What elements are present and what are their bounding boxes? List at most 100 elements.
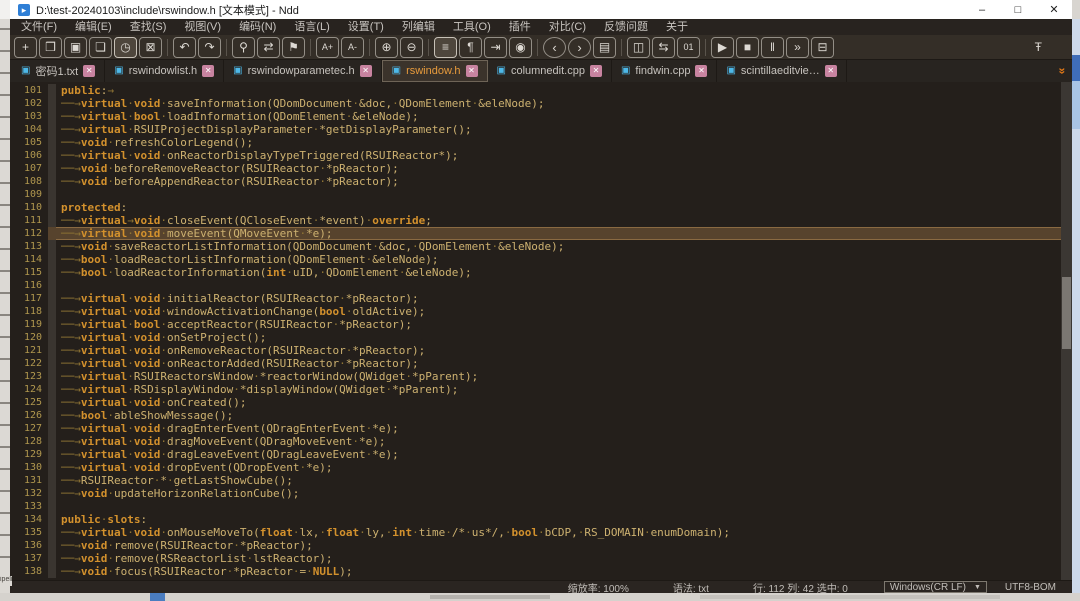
bookmark-margin[interactable] [48,149,56,162]
menu-item[interactable]: 反馈问题 [595,19,657,35]
bookmark-margin[interactable] [48,214,56,227]
bookmark-margin[interactable] [48,357,56,370]
fast-forward-button[interactable]: » [786,37,809,58]
zoom-out-text-button[interactable]: A- [341,37,364,58]
bookmark-margin[interactable] [48,565,56,578]
bookmark-margin[interactable] [48,344,56,357]
tab[interactable]: ▣密码1.txt✕ [12,60,105,82]
replace-button[interactable]: ⇄ [257,37,280,58]
bookmark-margin[interactable] [48,539,56,552]
tab-close-button[interactable]: ✕ [825,65,837,77]
menu-item[interactable]: 语言(L) [285,19,338,35]
tab[interactable]: ▣scintillaeditvie…✕ [717,60,846,82]
bookmark-margin[interactable] [48,461,56,474]
bookmark-margin[interactable] [48,266,56,279]
open-folder-button[interactable]: ❒ [39,37,62,58]
bookmark-margin[interactable] [48,513,56,526]
forward-button[interactable]: › [568,37,591,58]
minimize-button[interactable]: – [964,0,1000,19]
close-document-button[interactable]: ⊠ [139,37,162,58]
send-button[interactable]: ⊟ [811,37,834,58]
bookmark-margin[interactable] [48,253,56,266]
menu-item[interactable]: 文件(F) [12,19,66,35]
bookmark-margin[interactable] [48,136,56,149]
bookmark-margin[interactable] [48,487,56,500]
stop-button[interactable]: ■ [736,37,759,58]
find-button[interactable]: ⚲ [232,37,255,58]
pause-button[interactable]: ‖ [761,37,784,58]
zoom-in-button[interactable]: ⊕ [375,37,398,58]
new-file-button[interactable]: + [14,37,37,58]
show-all-characters-button[interactable]: ¶ [459,37,482,58]
bookmark-margin[interactable] [48,201,56,214]
menu-item[interactable]: 查找(S) [121,19,176,35]
binary-view-button[interactable]: 01 [677,37,700,58]
tab[interactable]: ▣rswindowlist.h✕ [105,60,224,82]
compare-button[interactable]: ⇆ [652,37,675,58]
undo-button[interactable]: ↶ [173,37,196,58]
maximize-button[interactable]: □ [1000,0,1036,19]
menu-item[interactable]: 编辑(E) [66,19,121,35]
save-button[interactable]: ▣ [64,37,87,58]
menu-item[interactable]: 列编辑 [393,19,444,35]
tab-close-button[interactable]: ✕ [466,65,478,77]
tab-close-button[interactable]: ✕ [360,65,372,77]
menu-item[interactable]: 工具(O) [444,19,500,35]
bookmark-margin[interactable] [48,474,56,487]
bookmark-margin[interactable] [48,123,56,136]
bookmark-margin[interactable] [48,331,56,344]
zoom-in-text-button[interactable]: A+ [316,37,339,58]
tab[interactable]: ▣rswindowparametec.h✕ [224,60,381,82]
bookmark-margin[interactable] [48,396,56,409]
bookmark-margin[interactable] [48,188,56,201]
bookmark-margin[interactable] [48,97,56,110]
pin-toolbar-icon[interactable]: Ŧ [1035,40,1042,54]
bookmark-margin[interactable] [48,422,56,435]
bookmark-margin[interactable] [48,84,56,97]
bookmark-margin[interactable] [48,500,56,513]
close-button[interactable]: ✕ [1036,0,1072,19]
document-list-button[interactable]: ▤ [593,37,616,58]
menu-item[interactable]: 关于 [657,19,697,35]
run-button[interactable]: ▶ [711,37,734,58]
tab-close-button[interactable]: ✕ [695,65,707,77]
preview-button[interactable]: ◉ [509,37,532,58]
indent-guide-button[interactable]: ⇥ [484,37,507,58]
bookmark-margin[interactable] [48,435,56,448]
bookmark-margin[interactable] [48,292,56,305]
redo-button[interactable]: ↷ [198,37,221,58]
word-wrap-button[interactable]: ≡ [434,37,457,58]
bookmark-button[interactable]: ⚑ [282,37,305,58]
tab[interactable]: ▣findwin.cpp✕ [612,60,718,82]
code-editor[interactable]: 101public:→102──→virtual·void·saveInform… [10,82,1072,580]
tab-close-button[interactable]: ✕ [202,65,214,77]
bookmark-margin[interactable] [48,370,56,383]
bookmark-margin[interactable] [48,110,56,123]
menu-item[interactable]: 编码(N) [230,19,285,35]
bookmark-margin[interactable] [48,175,56,188]
bookmark-margin[interactable] [48,409,56,422]
eol-selector[interactable]: Windows(CR LF) ▼ [884,581,987,593]
tab-overflow-chevron-icon[interactable]: » [1056,68,1070,75]
bookmark-margin[interactable] [48,162,56,175]
tab-close-button[interactable]: ✕ [590,65,602,77]
scrollbar-thumb[interactable] [1062,277,1071,349]
bookmark-margin[interactable] [48,227,56,240]
zoom-out-button[interactable]: ⊖ [400,37,423,58]
bookmark-margin[interactable] [48,448,56,461]
vertical-scrollbar[interactable] [1061,82,1072,580]
recent-history-button[interactable]: ◷ [114,37,137,58]
menu-item[interactable]: 对比(C) [540,19,595,35]
save-all-button[interactable]: ❏ [89,37,112,58]
tab[interactable]: ▣rswindow.h✕ [382,60,488,82]
bookmark-margin[interactable] [48,526,56,539]
bookmark-margin[interactable] [48,552,56,565]
bookmark-margin[interactable] [48,305,56,318]
menu-item[interactable]: 视图(V) [175,19,230,35]
menu-item[interactable]: 插件 [500,19,540,35]
bookmark-margin[interactable] [48,383,56,396]
bookmark-margin[interactable] [48,240,56,253]
tab[interactable]: ▣columnedit.cpp✕ [488,60,612,82]
menu-item[interactable]: 设置(T) [339,19,393,35]
bookmark-margin[interactable] [48,318,56,331]
